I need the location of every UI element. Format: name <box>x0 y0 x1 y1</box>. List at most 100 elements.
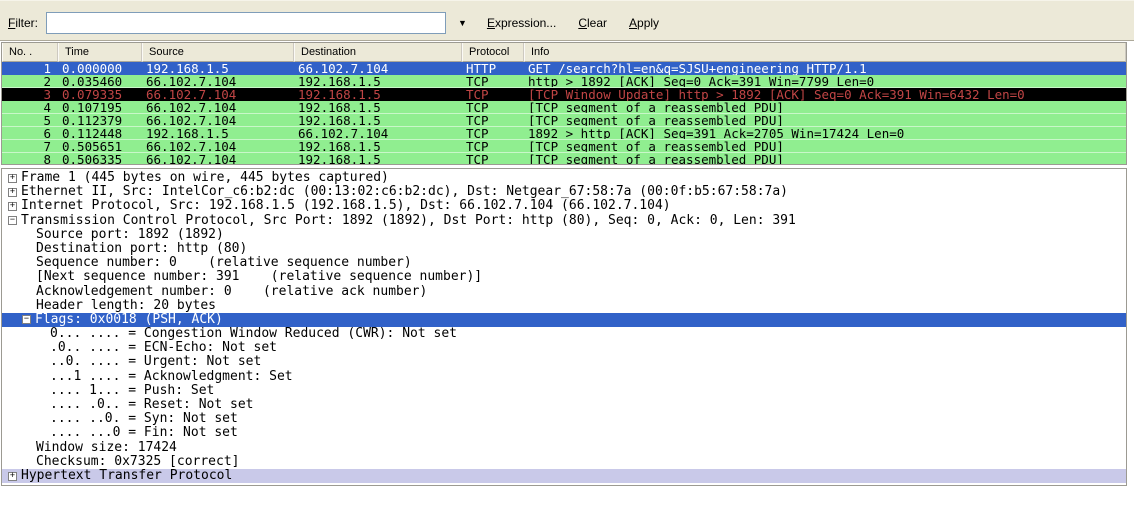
column-header-time[interactable]: Time <box>58 43 142 62</box>
cell-destination: 192.168.1.5 <box>294 114 462 126</box>
apply-button[interactable]: Apply <box>621 14 667 32</box>
detail-line-text: .... ..0. = Syn: Not set <box>50 412 238 426</box>
cell-info: [TCP segment of a reassembled PDU] <box>524 153 1126 164</box>
cell-info: 1892 > http [ACK] Seq=391 Ack=2705 Win=1… <box>524 127 1126 139</box>
detail-line[interactable]: ...1 .... = Acknowledgment: Set <box>2 370 1126 384</box>
cell-info: [TCP segment of a reassembled PDU] <box>524 101 1126 113</box>
cell-protocol: TCP <box>462 101 524 113</box>
cell-destination: 192.168.1.5 <box>294 153 462 164</box>
collapse-icon[interactable]: − <box>8 216 17 225</box>
expand-icon[interactable]: + <box>8 188 17 197</box>
cell-no: 8 <box>2 153 58 164</box>
packet-row-5[interactable]: 50.11237966.102.7.104192.168.1.5TCP[TCP … <box>2 114 1126 127</box>
column-header-no[interactable]: No. . <box>2 43 58 62</box>
cell-time: 0.000000 <box>58 62 142 75</box>
cell-protocol: TCP <box>462 114 524 126</box>
detail-line[interactable]: Window size: 17424 <box>2 441 1126 455</box>
cell-protocol: TCP <box>462 127 524 139</box>
cell-destination: 66.102.7.104 <box>294 62 462 75</box>
detail-line-text: Transmission Control Protocol, Src Port:… <box>21 214 796 228</box>
column-header-destination[interactable]: Destination <box>294 43 462 62</box>
detail-line[interactable]: .... .0.. = Reset: Not set <box>2 398 1126 412</box>
detail-line-text: Source port: 1892 (1892) <box>36 228 224 242</box>
collapse-icon[interactable]: − <box>22 315 31 324</box>
detail-line-text: Frame 1 (445 bytes on wire, 445 bytes ca… <box>21 171 389 185</box>
detail-line-text: Sequence number: 0 (relative sequence nu… <box>36 256 412 270</box>
cell-source: 66.102.7.104 <box>142 88 294 101</box>
cell-time: 0.035460 <box>58 75 142 87</box>
detail-line[interactable]: + Internet Protocol, Src: 192.168.1.5 (19… <box>2 199 1126 213</box>
detail-line-text: Hypertext Transfer Protocol <box>21 469 232 483</box>
column-header-info[interactable]: Info <box>524 43 1126 62</box>
detail-line-text: Flags: 0x0018 (PSH, ACK) <box>35 313 223 327</box>
wireshark-window: Filter: ▼ Expression... Clear Apply No. … <box>0 0 1134 486</box>
cell-source: 66.102.7.104 <box>142 101 294 113</box>
cell-destination: 192.168.1.5 <box>294 88 462 101</box>
cell-time: 0.506335 <box>58 153 142 164</box>
detail-line[interactable]: [Next sequence number: 391 (relative seq… <box>2 270 1126 284</box>
detail-line[interactable]: Sequence number: 0 (relative sequence nu… <box>2 256 1126 270</box>
detail-line[interactable]: ..0. .... = Urgent: Not set <box>2 355 1126 369</box>
detail-line[interactable]: Acknowledgement number: 0 (relative ack … <box>2 285 1126 299</box>
cell-destination: 192.168.1.5 <box>294 101 462 113</box>
detail-line[interactable]: + Hypertext Transfer Protocol <box>2 469 1126 483</box>
detail-line-text: .0.. .... = ECN-Echo: Not set <box>50 341 277 355</box>
packet-row-6[interactable]: 60.112448192.168.1.566.102.7.104TCP1892 … <box>2 127 1126 140</box>
cell-source: 66.102.7.104 <box>142 153 294 164</box>
expression-button[interactable]: Expression... <box>479 14 564 32</box>
cell-source: 66.102.7.104 <box>142 75 294 87</box>
packet-row-2[interactable]: 20.03546066.102.7.104192.168.1.5TCPhttp … <box>2 75 1126 88</box>
expand-icon[interactable]: + <box>8 202 17 211</box>
cell-info: GET /search?hl=en&q=SJSU+engineering HTT… <box>524 62 1126 75</box>
packet-row-8[interactable]: 80.50633566.102.7.104192.168.1.5TCP[TCP … <box>2 153 1126 164</box>
detail-line[interactable]: Destination port: http (80) <box>2 242 1126 256</box>
cell-time: 0.107195 <box>58 101 142 113</box>
detail-line[interactable]: Source port: 1892 (1892) <box>2 228 1126 242</box>
cell-protocol: TCP <box>462 88 524 101</box>
cell-info: [TCP segment of a reassembled PDU] <box>524 114 1126 126</box>
filter-history-dropdown-icon[interactable]: ▼ <box>452 18 473 28</box>
detail-line-text: .... .0.. = Reset: Not set <box>50 398 254 412</box>
column-header-protocol[interactable]: Protocol <box>462 43 524 62</box>
detail-line-text: Ethernet II, Src: IntelCor_c6:b2:dc (00:… <box>21 185 788 199</box>
detail-line-text: Acknowledgement number: 0 (relative ack … <box>36 285 427 299</box>
filter-input[interactable] <box>46 12 446 34</box>
cell-info: [TCP segment of a reassembled PDU] <box>524 140 1126 152</box>
expand-icon[interactable]: + <box>8 472 17 481</box>
cell-protocol: TCP <box>462 75 524 87</box>
column-header-source[interactable]: Source <box>142 43 294 62</box>
detail-line[interactable]: .... ..0. = Syn: Not set <box>2 412 1126 426</box>
cell-source: 66.102.7.104 <box>142 114 294 126</box>
detail-line-text: 0... .... = Congestion Window Reduced (C… <box>50 327 457 341</box>
detail-line[interactable]: −Transmission Control Protocol, Src Port… <box>2 214 1126 228</box>
cell-no: 6 <box>2 127 58 139</box>
filter-toolbar: Filter: ▼ Expression... Clear Apply <box>0 0 1134 41</box>
cell-no: 5 <box>2 114 58 126</box>
packet-row-3[interactable]: 30.07933566.102.7.104192.168.1.5TCP[TCP … <box>2 88 1126 101</box>
packet-list-header: No. .TimeSourceDestinationProtocolInfo <box>2 43 1126 62</box>
detail-line-text: Destination port: http (80) <box>36 242 247 256</box>
cell-info: [TCP Window Update] http > 1892 [ACK] Se… <box>524 88 1126 101</box>
cell-no: 1 <box>2 62 58 75</box>
packet-row-1[interactable]: 10.000000192.168.1.566.102.7.104HTTPGET … <box>2 62 1126 75</box>
cell-protocol: TCP <box>462 140 524 152</box>
clear-button[interactable]: Clear <box>570 14 615 32</box>
detail-line[interactable]: Checksum: 0x7325 [correct] <box>2 455 1126 469</box>
packet-row-4[interactable]: 40.10719566.102.7.104192.168.1.5TCP[TCP … <box>2 101 1126 114</box>
detail-line-text: Header length: 20 bytes <box>36 299 216 313</box>
detail-line[interactable]: −Flags: 0x0018 (PSH, ACK) <box>2 313 1126 327</box>
detail-line[interactable]: .... 1... = Push: Set <box>2 384 1126 398</box>
expand-icon[interactable]: + <box>8 174 17 183</box>
detail-line[interactable]: Header length: 20 bytes <box>2 299 1126 313</box>
packet-row-7[interactable]: 70.50565166.102.7.104192.168.1.5TCP[TCP … <box>2 140 1126 153</box>
detail-line-text: ..0. .... = Urgent: Not set <box>50 355 261 369</box>
detail-line[interactable]: 0... .... = Congestion Window Reduced (C… <box>2 327 1126 341</box>
detail-line[interactable]: + Frame 1 (445 bytes on wire, 445 bytes c… <box>2 171 1126 185</box>
cell-destination: 192.168.1.5 <box>294 140 462 152</box>
cell-source: 192.168.1.5 <box>142 127 294 139</box>
detail-line[interactable]: + Ethernet II, Src: IntelCor_c6:b2:dc (00… <box>2 185 1126 199</box>
detail-line-text: Internet Protocol, Src: 192.168.1.5 (192… <box>21 199 671 213</box>
detail-line[interactable]: .0.. .... = ECN-Echo: Not set <box>2 341 1126 355</box>
detail-line-text: [Next sequence number: 391 (relative seq… <box>36 270 482 284</box>
detail-line[interactable]: .... ...0 = Fin: Not set <box>2 426 1126 440</box>
